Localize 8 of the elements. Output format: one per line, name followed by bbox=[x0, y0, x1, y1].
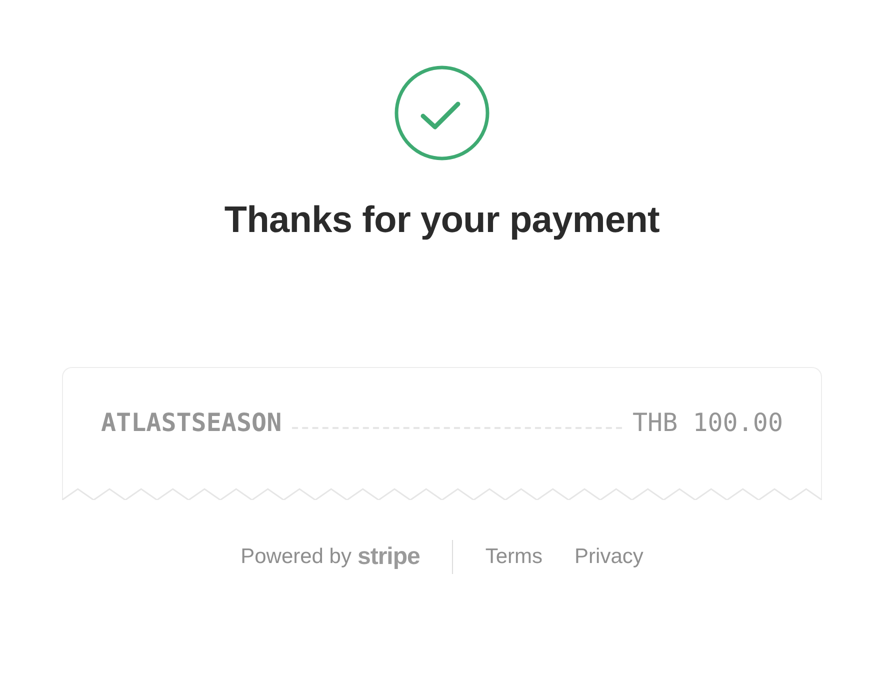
stripe-logo[interactable]: stripe bbox=[358, 543, 420, 571]
powered-by-text: Powered by bbox=[240, 545, 352, 569]
item-amount: THB 100.00 bbox=[632, 408, 783, 437]
footer-link[interactable]: Terms bbox=[485, 545, 543, 569]
checkmark-circle-icon bbox=[394, 65, 490, 161]
footer-link[interactable]: Privacy bbox=[574, 545, 644, 569]
item-name: ATLASTSEASON bbox=[101, 408, 282, 437]
page-heading: Thanks for your payment bbox=[224, 199, 660, 241]
